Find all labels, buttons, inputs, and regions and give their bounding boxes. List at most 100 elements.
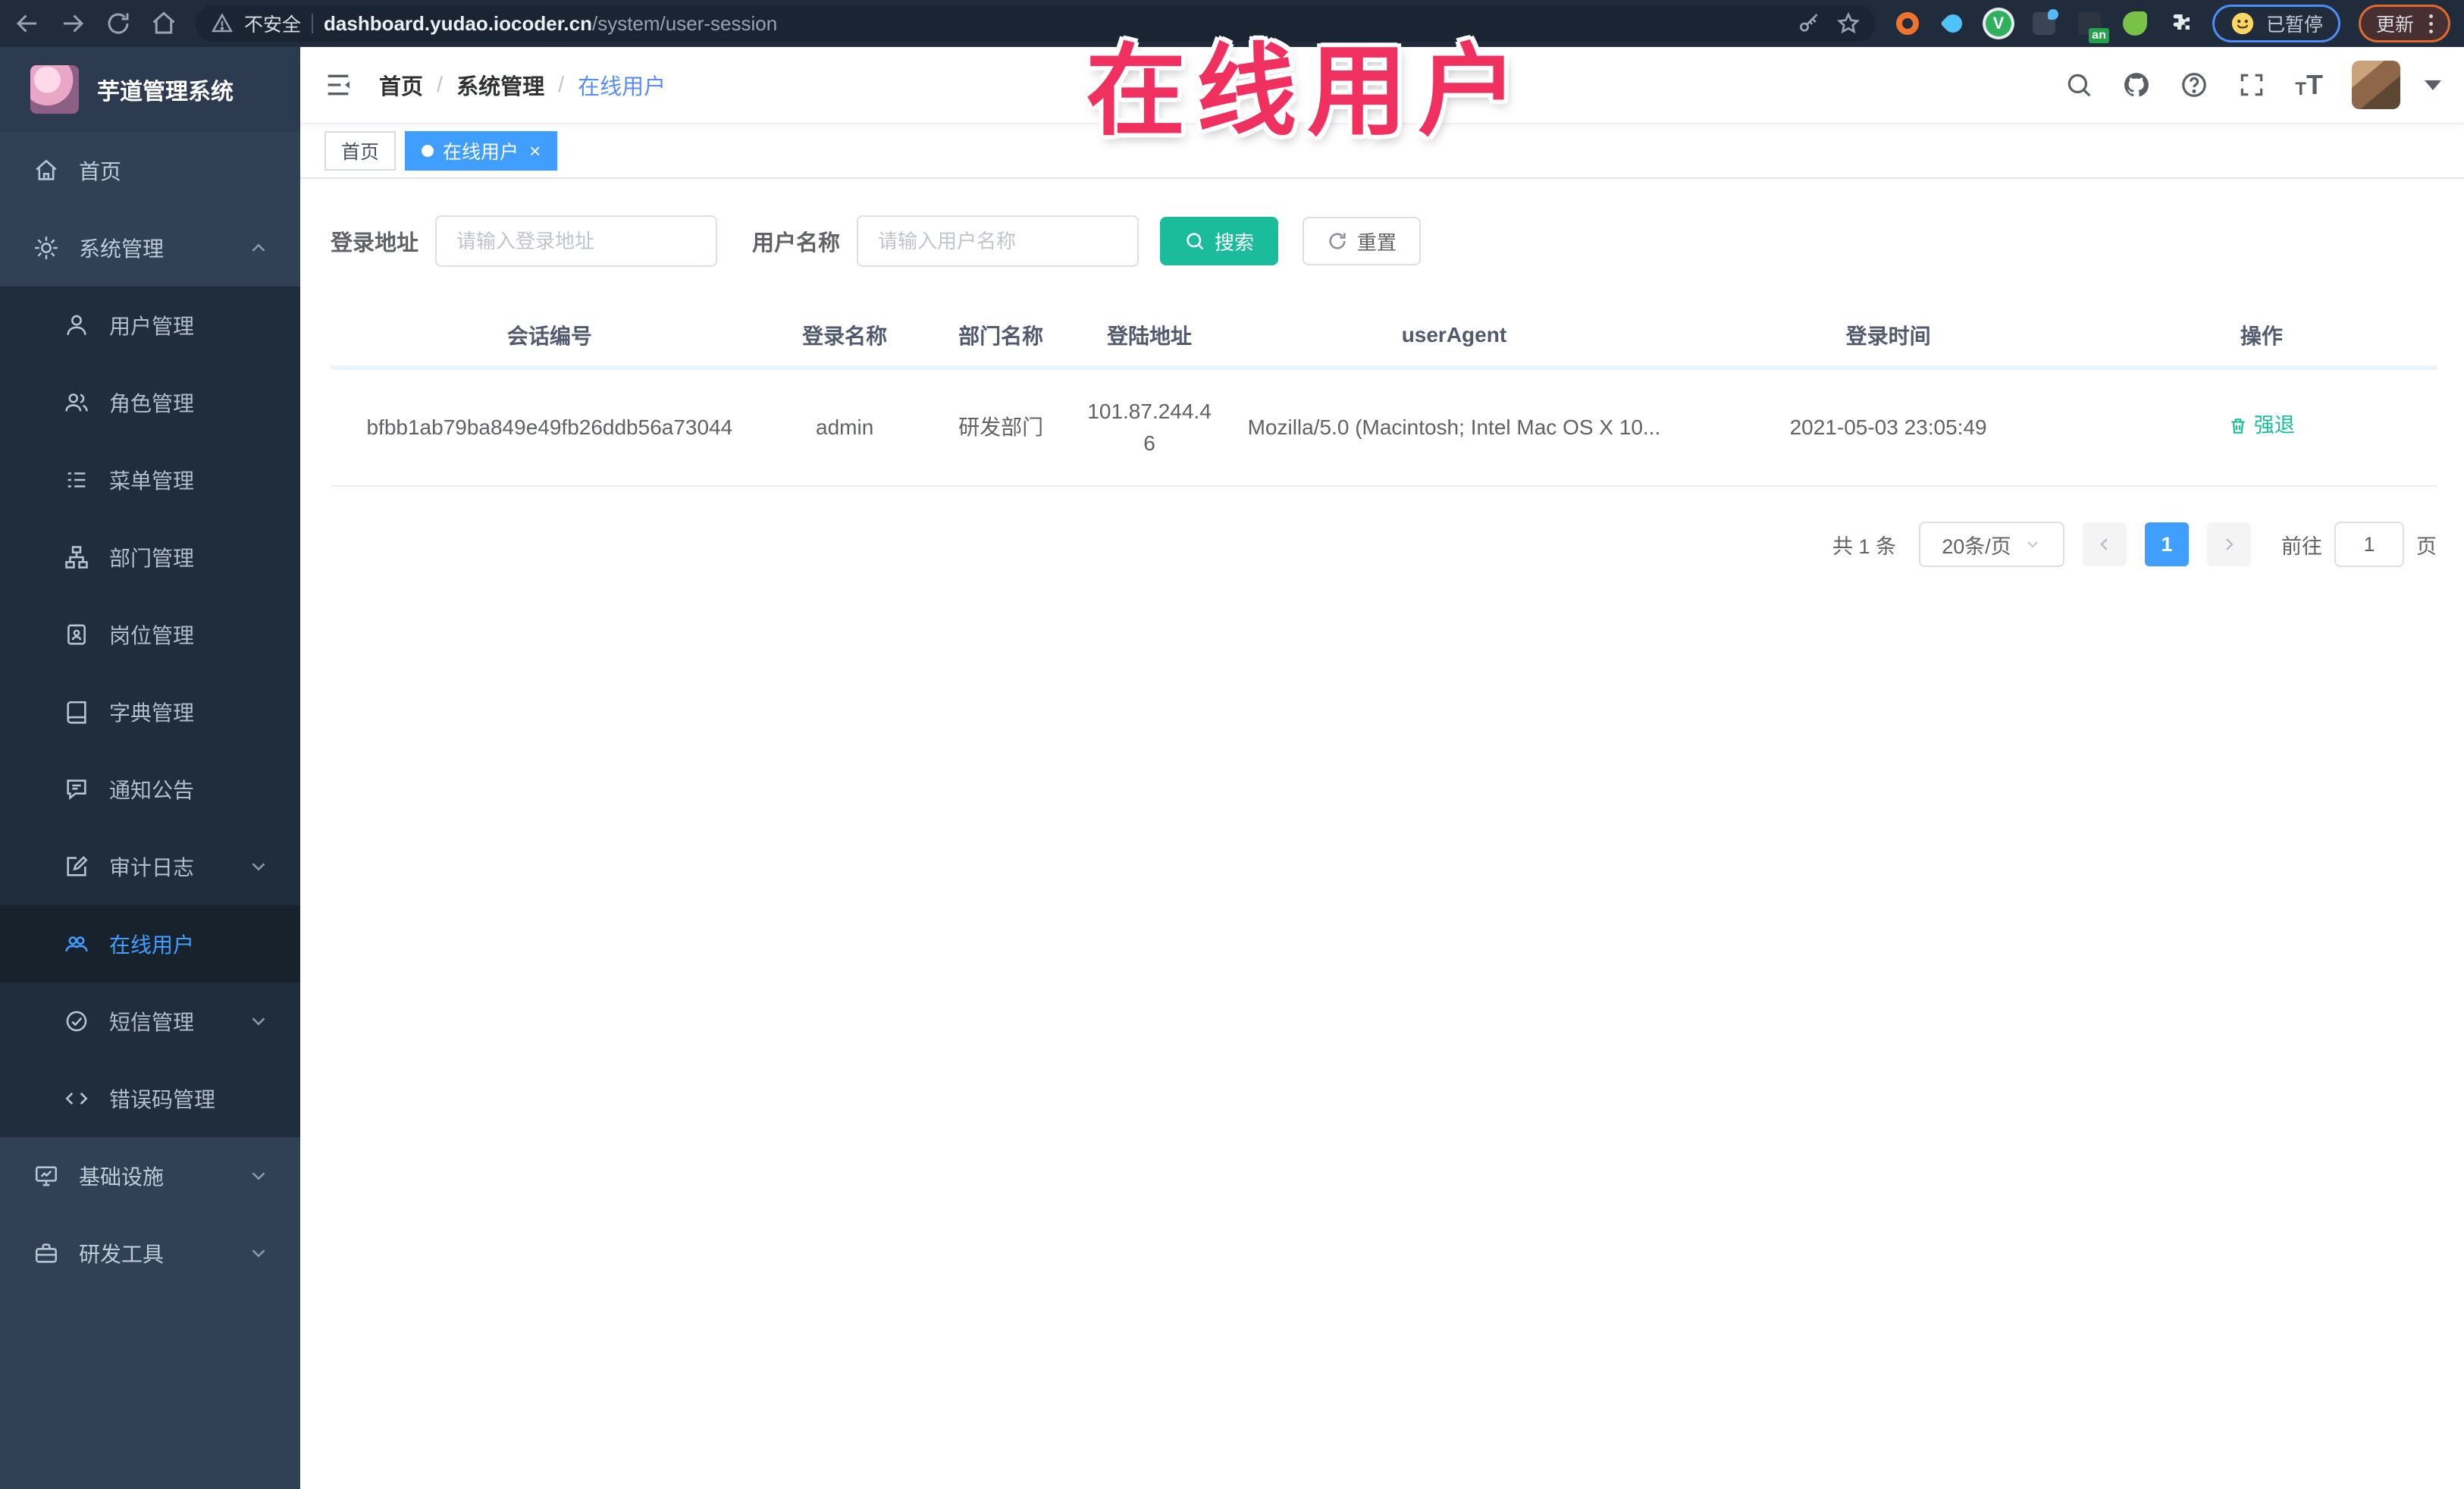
- col-department: 部门名称: [920, 305, 1081, 370]
- next-page-button[interactable]: [2207, 522, 2251, 566]
- sidebar-item-infrastructure[interactable]: 基础设施: [0, 1137, 300, 1215]
- cell-department: 研发部门: [920, 368, 1081, 487]
- browser-reload-icon[interactable]: [105, 10, 132, 37]
- sidebar-item-label: 岗位管理: [109, 624, 195, 647]
- tab-label: 在线用户: [443, 142, 519, 163]
- user-avatar[interactable]: [2352, 61, 2400, 109]
- app-title: 芋道管理系统: [97, 80, 234, 105]
- tab-online-users[interactable]: 在线用户 ×: [405, 131, 558, 171]
- tab-label: 首页: [341, 142, 380, 163]
- sidebar-item-notice[interactable]: 通知公告: [0, 751, 300, 828]
- col-user-agent: userAgent: [1218, 305, 1691, 370]
- search-icon: [1187, 233, 1204, 250]
- goto-label: 前往: [2281, 534, 2322, 558]
- extension-dark-icon[interactable]: an: [2076, 10, 2109, 43]
- filter-form: 登录地址 用户名称 搜索 重置: [331, 215, 2437, 267]
- sidebar-item-label: 通知公告: [109, 779, 195, 802]
- sidebar-item-dept-mgmt[interactable]: 部门管理: [0, 519, 300, 596]
- extension-leaf-icon[interactable]: [2121, 10, 2149, 37]
- extension-green-v-icon[interactable]: V: [1985, 10, 2012, 37]
- login-address-label: 登录地址: [331, 231, 419, 255]
- paused-badge[interactable]: 已暂停: [2212, 5, 2340, 42]
- sidebar-item-home[interactable]: 首页: [0, 132, 300, 209]
- sidebar: 芋道管理系统 首页 系统管理 用户管理 角色管理 菜单管理 部门管理 岗位管理 …: [0, 47, 300, 1489]
- help-icon[interactable]: [2180, 71, 2209, 99]
- url-text[interactable]: dashboard.yudao.iocoder.cn/system/user-s…: [324, 12, 777, 36]
- address-bar[interactable]: 不安全 dashboard.yudao.iocoder.cn/system/us…: [196, 5, 1876, 42]
- sidebar-item-user-mgmt[interactable]: 用户管理: [0, 287, 300, 364]
- app-logo-row[interactable]: 芋道管理系统: [0, 47, 300, 132]
- cell-user-agent: Mozilla/5.0 (Macintosh; Intel Mac OS X 1…: [1218, 368, 1691, 487]
- search-button[interactable]: 搜索: [1160, 217, 1279, 265]
- github-icon[interactable]: [2122, 71, 2151, 99]
- reset-button[interactable]: 重置: [1303, 217, 1422, 265]
- browser-back-icon[interactable]: [14, 10, 41, 37]
- force-logout-button[interactable]: 强退: [2228, 410, 2295, 441]
- cell-login-address: 101.87.244.46: [1080, 368, 1218, 487]
- browser-forward-icon[interactable]: [59, 10, 86, 37]
- search-icon[interactable]: [2064, 71, 2093, 99]
- password-key-icon[interactable]: [1797, 11, 1821, 36]
- breadcrumb-system[interactable]: 系统管理: [456, 69, 544, 101]
- goto-page-input[interactable]: [2334, 522, 2404, 567]
- paused-label: 已暂停: [2265, 14, 2323, 36]
- breadcrumb-home[interactable]: 首页: [379, 69, 423, 101]
- page-size-value: 20条/页: [1942, 534, 2011, 558]
- login-address-input[interactable]: [435, 215, 718, 267]
- sidebar-item-post-mgmt[interactable]: 岗位管理: [0, 596, 300, 673]
- sidebar-toggle-icon[interactable]: [323, 70, 353, 100]
- security-warning-icon[interactable]: [211, 12, 234, 35]
- caret-down-icon[interactable]: [2425, 80, 2441, 90]
- cell-username: admin: [768, 368, 921, 487]
- chevron-down-icon: [247, 1010, 270, 1033]
- extensions-puzzle-icon[interactable]: [2167, 10, 2194, 37]
- prev-page-button[interactable]: [2083, 522, 2127, 566]
- gear-icon: [33, 235, 59, 261]
- breadcrumb-separator: /: [558, 72, 565, 97]
- url-path: /system/user-session: [591, 11, 778, 35]
- user-name-input[interactable]: [857, 215, 1140, 267]
- sidebar-item-sms-mgmt[interactable]: 短信管理: [0, 983, 300, 1060]
- browser-home-icon[interactable]: [150, 10, 177, 37]
- sidebar-item-online-users[interactable]: 在线用户: [0, 905, 300, 983]
- active-tab-dot: [422, 145, 434, 157]
- fullscreen-icon[interactable]: [2237, 71, 2266, 99]
- tab-home[interactable]: 首页: [324, 131, 397, 171]
- app-logo: [30, 65, 79, 114]
- font-size-icon[interactable]: TT: [2295, 71, 2323, 99]
- breadcrumb-separator: /: [437, 72, 444, 97]
- browser-update-button[interactable]: 更新: [2358, 5, 2450, 42]
- sidebar-item-label: 基础设施: [79, 1165, 165, 1189]
- extension-gray-icon[interactable]: [2030, 9, 2058, 37]
- sms-icon: [64, 1008, 89, 1034]
- url-host: dashboard.yudao.iocoder.cn: [324, 11, 592, 35]
- page-size-select[interactable]: 20条/页: [1919, 522, 2064, 567]
- tab-close-icon[interactable]: ×: [529, 141, 541, 161]
- org-tree-icon: [64, 544, 89, 570]
- online-users-icon: [64, 931, 89, 957]
- security-label[interactable]: 不安全: [244, 10, 301, 37]
- extension-drop-icon[interactable]: [1939, 10, 1967, 37]
- menu-list-icon: [64, 467, 89, 493]
- sidebar-item-dev-tools[interactable]: 研发工具: [0, 1215, 300, 1292]
- page-unit-label: 页: [2416, 534, 2437, 558]
- extension-orange-icon[interactable]: [1894, 10, 1921, 37]
- sidebar-item-menu-mgmt[interactable]: 菜单管理: [0, 441, 300, 519]
- sidebar-item-label: 首页: [79, 160, 122, 183]
- browser-menu-icon[interactable]: [2429, 14, 2433, 33]
- bookmark-star-icon[interactable]: [1836, 11, 1861, 36]
- sidebar-item-audit-log[interactable]: 审计日志: [0, 828, 300, 905]
- cell-login-time: 2021-05-03 23:05:49: [1690, 368, 2086, 487]
- sidebar-item-system[interactable]: 系统管理: [0, 209, 300, 287]
- sessions-table: 会话编号 登录名称 部门名称 登陆地址 userAgent 登录时间 操作 bf…: [331, 305, 2437, 487]
- sidebar-item-dict-mgmt[interactable]: 字典管理: [0, 673, 300, 751]
- col-session-id: 会话编号: [331, 305, 769, 370]
- sidebar-item-label: 字典管理: [109, 701, 195, 725]
- search-button-label: 搜索: [1215, 230, 1255, 254]
- page-number-button[interactable]: 1: [2145, 522, 2189, 566]
- chevron-right-icon: [2226, 538, 2234, 550]
- sidebar-item-role-mgmt[interactable]: 角色管理: [0, 364, 300, 441]
- chevron-down-icon: [2024, 535, 2042, 553]
- sidebar-item-error-code[interactable]: 错误码管理: [0, 1060, 300, 1137]
- sidebar-item-label: 部门管理: [109, 547, 195, 570]
